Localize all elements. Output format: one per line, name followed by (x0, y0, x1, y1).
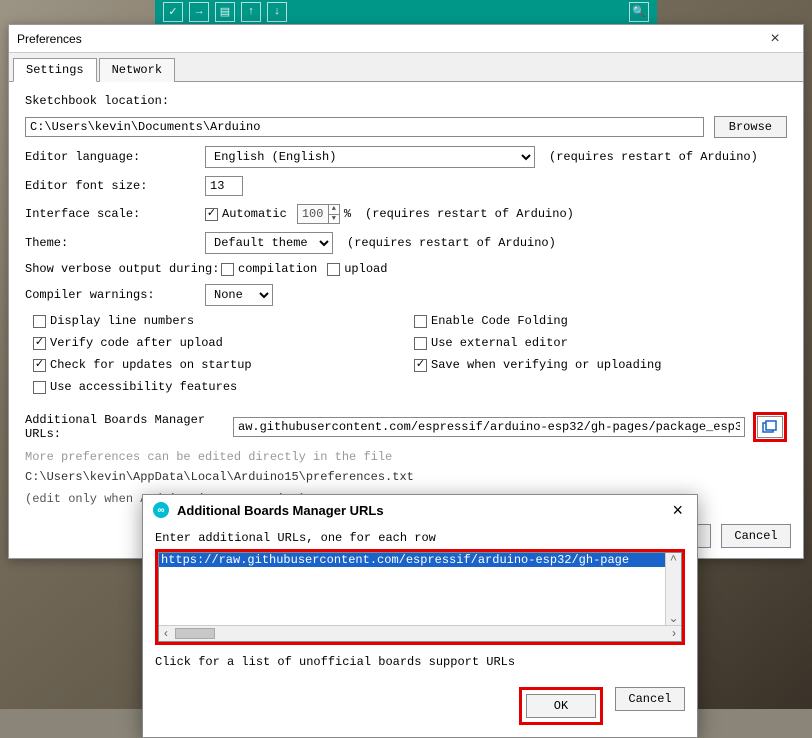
urls-text-selected[interactable]: https://raw.githubusercontent.com/espres… (159, 553, 681, 567)
dialog-close-icon[interactable]: × (668, 500, 687, 521)
compilation-checkbox[interactable]: compilation (221, 262, 317, 276)
scroll-up-icon[interactable]: ^ (666, 553, 681, 567)
verify-after-upload-checkbox[interactable]: ✓Verify code after upload (33, 336, 396, 350)
dialog-cancel-button[interactable]: Cancel (615, 687, 685, 711)
additional-urls-dialog: ∞ Additional Boards Manager URLs × Enter… (142, 494, 698, 738)
restart-note-2: (requires restart of Arduino) (365, 207, 574, 221)
dialog-ok-button[interactable]: OK (526, 694, 596, 718)
dialog-footer: OK Cancel (143, 681, 697, 737)
interface-scale-input[interactable] (297, 204, 329, 224)
compiler-warnings-label: Compiler warnings: (25, 288, 205, 302)
save-verify-checkbox[interactable]: ✓Save when verifying or uploading (414, 358, 777, 372)
tab-settings[interactable]: Settings (13, 58, 97, 82)
preferences-body: Sketchbook location: Browse Editor langu… (9, 82, 803, 516)
highlight-edit-urls (753, 412, 787, 442)
cancel-button[interactable]: Cancel (721, 524, 791, 548)
tabstrip: Settings Network (9, 53, 803, 82)
compilation-label: compilation (238, 262, 317, 276)
urls-textarea[interactable]: https://raw.githubusercontent.com/espres… (158, 552, 682, 642)
unofficial-list-link[interactable]: Click for a list of unofficial boards su… (155, 655, 685, 669)
highlight-urls-textarea: https://raw.githubusercontent.com/espres… (155, 549, 685, 645)
automatic-label: Automatic (222, 207, 287, 221)
restart-note-1: (requires restart of Arduino) (549, 150, 758, 164)
scroll-right-icon[interactable]: › (667, 626, 681, 641)
compiler-warnings-select[interactable]: None (205, 284, 273, 306)
scroll-left-icon[interactable]: ‹ (159, 626, 173, 641)
accessibility-checkbox[interactable]: Use accessibility features (33, 380, 396, 394)
code-folding-checkbox[interactable]: Enable Code Folding (414, 314, 777, 328)
highlight-dialog-ok: OK (519, 687, 603, 725)
toolbar-upload-icon[interactable]: → (189, 2, 209, 22)
edit-urls-icon[interactable] (757, 416, 783, 438)
toolbar-verify-icon[interactable]: ✓ (163, 2, 183, 22)
sketchbook-location-label: Sketchbook location: (25, 94, 205, 108)
preferences-window: Preferences × Settings Network Sketchboo… (8, 24, 804, 559)
scrollbar-horizontal[interactable]: ‹ › (159, 625, 681, 641)
percent-label: % (344, 207, 351, 221)
enter-urls-label: Enter additional URLs, one for each row (155, 531, 685, 545)
toolbar-save-icon[interactable]: ↓ (267, 2, 287, 22)
titlebar: Preferences × (9, 25, 803, 53)
interface-scale-label: Interface scale: (25, 207, 205, 221)
tab-network[interactable]: Network (99, 58, 175, 82)
check-updates-checkbox[interactable]: ✓Check for updates on startup (33, 358, 396, 372)
upload-checkbox[interactable]: upload (327, 262, 387, 276)
scroll-down-icon[interactable]: ⌄ (666, 611, 681, 625)
scrollbar-vertical[interactable]: ^ ⌄ (665, 553, 681, 625)
theme-label: Theme: (25, 236, 205, 250)
more-prefs-hint: More preferences can be edited directly … (25, 450, 787, 464)
dialog-titlebar: ∞ Additional Boards Manager URLs × (143, 495, 697, 525)
interface-scale-spinner[interactable]: ▲▼ (328, 204, 340, 224)
editor-font-size-input[interactable] (205, 176, 243, 196)
window-title: Preferences (17, 32, 755, 46)
prefs-file-path[interactable]: C:\Users\kevin\AppData\Local\Arduino15\p… (25, 470, 787, 484)
automatic-checkbox[interactable]: ✓ Automatic (205, 207, 287, 221)
toolbar-serial-monitor-icon[interactable]: 🔍 (629, 2, 649, 22)
editor-language-label: Editor language: (25, 150, 205, 164)
additional-urls-label: Additional Boards Manager URLs: (25, 413, 225, 441)
ide-toolbar: ✓ → ▤ ↑ ↓ 🔍 (155, 0, 657, 24)
close-icon[interactable]: × (755, 27, 795, 51)
upload-label: upload (344, 262, 387, 276)
browse-button[interactable]: Browse (714, 116, 787, 138)
dialog-title: Additional Boards Manager URLs (177, 503, 668, 518)
toolbar-new-icon[interactable]: ▤ (215, 2, 235, 22)
editor-language-select[interactable]: English (English) (205, 146, 535, 168)
sketchbook-location-input[interactable] (25, 117, 704, 137)
restart-note-3: (requires restart of Arduino) (347, 236, 556, 250)
arduino-icon: ∞ (153, 502, 169, 518)
additional-urls-input[interactable] (233, 417, 745, 437)
verbose-output-label: Show verbose output during: (25, 262, 221, 276)
scroll-thumb[interactable] (175, 628, 215, 639)
display-line-numbers-checkbox[interactable]: Display line numbers (33, 314, 396, 328)
external-editor-checkbox[interactable]: Use external editor (414, 336, 777, 350)
theme-select[interactable]: Default theme (205, 232, 333, 254)
editor-font-size-label: Editor font size: (25, 179, 205, 193)
toolbar-open-icon[interactable]: ↑ (241, 2, 261, 22)
